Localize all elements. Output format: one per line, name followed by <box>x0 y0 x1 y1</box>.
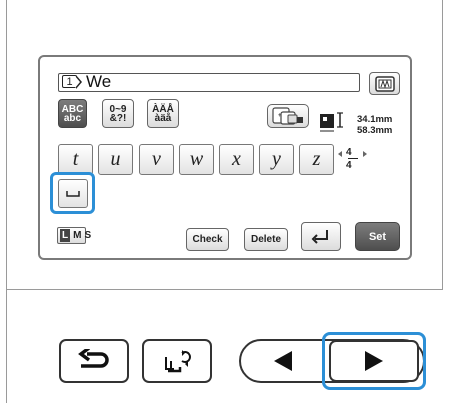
space-icon <box>66 190 80 197</box>
page-prev-icon <box>338 151 342 157</box>
size-option-L: L <box>60 229 71 242</box>
line-arrow-icon <box>75 75 82 89</box>
svg-text:+: + <box>278 113 282 119</box>
category-number-line2: &?! <box>109 112 127 124</box>
set-button[interactable]: Set <box>355 222 400 251</box>
next-arrow-button[interactable] <box>329 340 419 382</box>
delete-button[interactable]: Delete <box>244 228 288 251</box>
char-key-y[interactable]: y <box>259 144 294 175</box>
page-total: 4 <box>346 160 352 171</box>
pattern-size-icon <box>318 111 350 133</box>
size-option-M: M <box>73 230 82 241</box>
page-indicator[interactable]: 4 4 <box>335 145 371 173</box>
right-arrow-icon <box>365 351 383 371</box>
check-button[interactable]: Check <box>186 228 229 251</box>
enter-button[interactable] <box>301 222 341 251</box>
space-key[interactable] <box>58 179 88 208</box>
page-current: 4 <box>346 147 352 158</box>
prev-arrow-button[interactable] <box>258 349 308 373</box>
char-key-v[interactable]: v <box>139 144 174 175</box>
frame-bottom-line <box>6 289 443 290</box>
frame-display-button[interactable] <box>369 72 400 95</box>
frame-left-line <box>6 0 7 403</box>
char-key-z[interactable]: z <box>299 144 334 175</box>
category-abc-line2: abc <box>63 112 82 124</box>
char-key-w[interactable]: w <box>179 144 214 175</box>
pattern-width: 34.1mm <box>357 114 393 125</box>
size-option-S: S <box>84 230 92 241</box>
category-accent-button[interactable]: ÀÄÅ àäå <box>147 99 179 128</box>
text-input-field[interactable]: 1 We <box>58 73 360 92</box>
needle-reload-icon <box>165 350 191 373</box>
pattern-height: 58.3mm <box>357 125 393 136</box>
needle-reload-button[interactable] <box>142 339 212 383</box>
category-accent-line2: àäå <box>154 112 172 124</box>
array-icon: + <box>272 107 303 125</box>
category-abc-button[interactable]: ABC abc <box>58 99 87 128</box>
frame-icon <box>374 75 395 92</box>
entered-text: We <box>86 72 112 91</box>
array-button[interactable]: + <box>267 104 309 128</box>
page-next-icon <box>363 151 367 157</box>
pattern-dimensions: 34.1mm 58.3mm <box>357 114 392 136</box>
frame-right-line <box>442 0 443 290</box>
page-fraction-bar <box>348 158 358 159</box>
return-arrow-icon <box>311 229 328 244</box>
return-button[interactable] <box>59 339 129 383</box>
char-key-u[interactable]: u <box>98 144 133 175</box>
size-selector[interactable]: L M S <box>57 227 91 244</box>
return-icon <box>78 349 109 368</box>
char-key-t[interactable]: t <box>58 144 93 175</box>
char-key-x[interactable]: x <box>219 144 254 175</box>
category-number-button[interactable]: 0~9 &?! <box>102 99 134 128</box>
left-arrow-icon <box>274 351 292 371</box>
